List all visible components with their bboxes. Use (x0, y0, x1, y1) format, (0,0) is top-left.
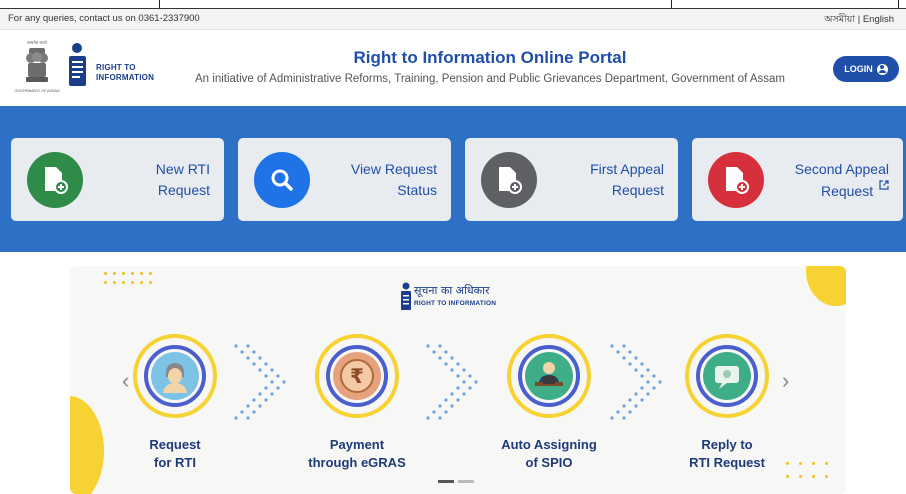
pager-dot[interactable] (458, 480, 474, 483)
file-add-icon (27, 152, 83, 208)
step-caption-line1: Request (149, 437, 201, 452)
step-caption-line2: RTI Request (689, 455, 765, 470)
card-label-line1: Second Appeal (794, 161, 889, 177)
second-appeal-request-card[interactable]: Second Appeal Request (692, 138, 903, 221)
logo-line2: INFORMATION (96, 73, 155, 82)
rupee-coin-icon: ₹ (333, 352, 381, 400)
card-label-line1: New RTI (155, 161, 210, 177)
contact-info: For any queries, contact us on 0361-2337… (8, 13, 200, 24)
login-label: LOGIN (844, 64, 873, 74)
assam-emblem-logo: सत्यमेव जयते GOVERNMENT OF ASSAM (14, 40, 59, 93)
brand-hindi: सूचना का अधिकार (414, 284, 490, 297)
decor-corner (806, 266, 846, 306)
view-request-status-card[interactable]: View Request Status (238, 138, 451, 221)
services-band: New RTI Request View Request Status First … (0, 106, 906, 252)
card-label-line2: Request (611, 182, 664, 198)
chevron-dots-icon (234, 344, 286, 420)
language-switcher[interactable]: অসমীয়া | English (824, 13, 894, 28)
user-circle-icon (876, 63, 888, 75)
card-label-line2: Request (157, 182, 210, 198)
decor-dots (104, 272, 152, 284)
step-caption-line2: of SPIO (525, 455, 573, 470)
step-caption-line2: through eGRAS (308, 455, 406, 470)
card-label-line2: Status (397, 182, 437, 198)
rti-person-book-icon (401, 282, 411, 310)
brand-english: RIGHT TO INFORMATION (414, 300, 497, 307)
site-header: सत्यमेव जयते GOVERNMENT OF ASSAM RIGHT T… (0, 30, 906, 106)
rti-logo: RIGHT TO INFORMATION (66, 42, 158, 92)
file-add-icon (481, 152, 537, 208)
card-label-line1: View Request (350, 161, 437, 177)
step-caption-line1: Payment (329, 437, 385, 452)
process-carousel: सूचना का अधिकार RIGHT TO INFORMATION ‹ ›… (70, 266, 846, 494)
step-caption-line1: Reply to (701, 437, 753, 452)
svg-text:सत्यमेव जयते: सत्यमेव जयते (27, 40, 47, 45)
card-label-line1: First Appeal (590, 161, 664, 177)
svg-text:GOVERNMENT OF ASSAM: GOVERNMENT OF ASSAM (14, 89, 59, 93)
portal-subtitle: An initiative of Administrative Reforms,… (195, 73, 785, 85)
logo-line1: RIGHT TO (96, 63, 136, 72)
carousel-pager (438, 480, 474, 483)
portal-title: Right to Information Online Portal (353, 48, 627, 67)
svg-text:₹: ₹ (350, 364, 364, 388)
first-appeal-request-card[interactable]: First Appeal Request (465, 138, 678, 221)
new-rti-request-card[interactable]: New RTI Request (11, 138, 224, 221)
carousel-prev-arrow[interactable]: ‹ (122, 370, 129, 392)
officer-desk-icon (525, 352, 573, 400)
table-border-lines (0, 0, 906, 8)
card-label-line2: Request (820, 183, 874, 199)
step-caption-line2: for RTI (154, 455, 196, 470)
login-button[interactable]: LOGIN (833, 56, 899, 82)
external-link-icon (879, 180, 889, 190)
top-bar: For any queries, contact us on 0361-2337… (0, 8, 906, 30)
step-caption-line1: Auto Assigning (501, 437, 597, 452)
pager-dot-active[interactable] (438, 480, 454, 483)
file-add-icon (708, 152, 764, 208)
search-icon (254, 152, 310, 208)
page: For any queries, contact us on 0361-2337… (0, 0, 906, 494)
person-icon (151, 352, 199, 400)
carousel-next-arrow[interactable]: › (782, 370, 789, 392)
decor-corner (70, 396, 104, 494)
chevron-dots-icon (610, 344, 662, 420)
decor-dots (786, 462, 828, 478)
rti-person-book-icon (69, 43, 86, 86)
chevron-dots-icon (426, 344, 478, 420)
rti-brand-mark: सूचना का अधिकार RIGHT TO INFORMATION (400, 282, 520, 314)
chat-bubble-icon (703, 352, 751, 400)
